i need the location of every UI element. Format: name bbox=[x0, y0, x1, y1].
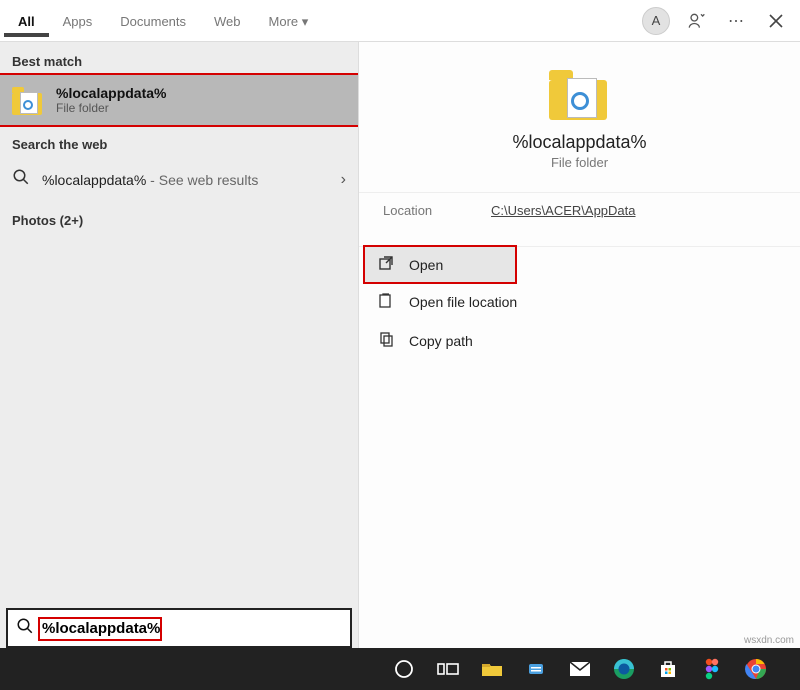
preview-panel: %localappdata% File folder Location C:\U… bbox=[358, 42, 800, 690]
tab-all[interactable]: All bbox=[4, 4, 49, 37]
taskbar bbox=[0, 648, 800, 690]
more-options-icon[interactable]: ⋯ bbox=[718, 3, 754, 39]
open-icon bbox=[377, 255, 395, 274]
action-open-label: Open bbox=[409, 257, 443, 273]
avatar-initial: A bbox=[642, 7, 670, 35]
preview-subtitle: File folder bbox=[359, 155, 800, 170]
cortana-icon[interactable] bbox=[392, 657, 416, 681]
preview-title: %localappdata% bbox=[359, 132, 800, 153]
action-open-file-location[interactable]: Open file location bbox=[359, 282, 800, 321]
close-icon[interactable] bbox=[758, 3, 794, 39]
location-row: Location C:\Users\ACER\AppData bbox=[359, 192, 800, 228]
chrome-icon[interactable] bbox=[744, 657, 768, 681]
edge-icon[interactable] bbox=[612, 657, 636, 681]
action-copy-path-label: Copy path bbox=[409, 333, 473, 349]
feedback-icon[interactable] bbox=[678, 3, 714, 39]
folder-icon bbox=[12, 85, 44, 115]
best-match-heading: Best match bbox=[0, 42, 358, 75]
action-copy-path[interactable]: Copy path bbox=[359, 321, 800, 360]
tab-documents[interactable]: Documents bbox=[106, 4, 200, 37]
folder-outline-icon bbox=[377, 292, 395, 311]
search-input[interactable] bbox=[42, 620, 342, 637]
web-result-text: %localappdata% bbox=[42, 172, 146, 188]
best-match-item[interactable]: %localappdata% File folder bbox=[0, 75, 358, 125]
search-icon bbox=[16, 617, 34, 640]
tab-more[interactable]: More ▾ bbox=[255, 4, 323, 38]
chevron-down-icon: ▾ bbox=[302, 14, 309, 29]
figma-icon[interactable] bbox=[700, 657, 724, 681]
chevron-right-icon[interactable]: › bbox=[341, 171, 346, 189]
search-web-heading: Search the web bbox=[0, 125, 358, 158]
tab-apps[interactable]: Apps bbox=[49, 4, 107, 37]
tab-web[interactable]: Web bbox=[200, 4, 255, 37]
action-open[interactable]: Open bbox=[365, 247, 515, 282]
search-scope-tabs: All Apps Documents Web More ▾ A ⋯ bbox=[0, 0, 800, 42]
account-avatar[interactable]: A bbox=[638, 3, 674, 39]
file-explorer-icon[interactable] bbox=[480, 657, 504, 681]
best-match-title: %localappdata% bbox=[56, 85, 166, 101]
folder-icon bbox=[549, 66, 611, 120]
action-open-location-label: Open file location bbox=[409, 294, 517, 310]
location-value[interactable]: C:\Users\ACER\AppData bbox=[491, 203, 636, 218]
web-result-suffix: - See web results bbox=[146, 172, 258, 188]
results-panel: Best match %localappdata% File folder Se… bbox=[0, 42, 358, 690]
mail-icon[interactable] bbox=[568, 657, 592, 681]
task-view-icon[interactable] bbox=[436, 657, 460, 681]
search-icon bbox=[12, 168, 30, 191]
best-match-subtitle: File folder bbox=[56, 101, 166, 115]
app-icon[interactable] bbox=[524, 657, 548, 681]
search-bar[interactable] bbox=[6, 608, 352, 648]
location-label: Location bbox=[383, 203, 491, 218]
photos-heading[interactable]: Photos (2+) bbox=[0, 201, 358, 234]
store-icon[interactable] bbox=[656, 657, 680, 681]
watermark: wsxdn.com bbox=[744, 635, 794, 646]
web-result-item[interactable]: %localappdata% - See web results › bbox=[0, 158, 358, 201]
copy-icon bbox=[377, 331, 395, 350]
